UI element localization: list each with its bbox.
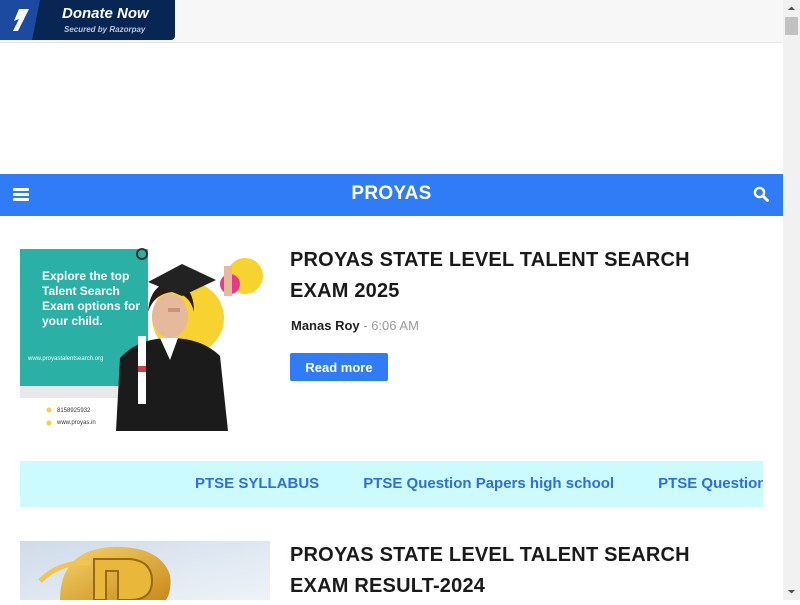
post-title-result-2024[interactable]: PROYAS STATE LEVEL TALENT SEARCH EXAM RE… [290,540,750,600]
thumbnail-site: www.proyas.in [57,420,96,426]
meta-separator: - [359,318,372,333]
donate-now-button[interactable]: Donate Now Secured by Razorpay [0,0,175,40]
ticker-link-question-papers-2[interactable]: PTSE Question Papers [658,475,763,492]
scroll-down-arrow-icon[interactable] [783,583,800,600]
search-icon[interactable] [753,186,771,204]
vertical-scrollbar[interactable] [783,0,800,600]
ticker-track: PTSE SYLLABUS PTSE Question Papers high s… [195,475,763,493]
thumbnail-website: www.proyastalentsearch.org [28,356,104,362]
scrollbar-thumb[interactable] [785,17,798,35]
post-title-proyas-2025[interactable]: PROYAS STATE LEVEL TALENT SEARCH EXAM 20… [290,245,750,307]
razorpay-logo-icon [0,0,40,40]
scroll-up-arrow-icon[interactable] [783,0,800,17]
post-author[interactable]: Manas Roy [291,318,360,333]
post-time: 6:06 AM [371,318,419,333]
ticker-link-syllabus[interactable]: PTSE SYLLABUS [195,475,319,492]
donate-label: Donate Now [62,5,149,22]
link-ticker: PTSE SYLLABUS PTSE Question Papers high s… [20,461,763,507]
read-more-button[interactable]: Read more [290,353,388,381]
page: Donate Now Secured by Razorpay PROYAS Ex… [0,0,783,600]
post-meta: Manas Roy - 6:06 AM [291,318,419,333]
navbar: PROYAS [0,174,783,216]
thumbnail-headline: Explore the top Talent Search Exam optio… [42,269,141,328]
thumbnail-phone: 8158925932 [57,408,91,414]
site-brand[interactable]: PROYAS [0,183,783,205]
donate-sublabel: Secured by Razorpay [64,25,146,34]
top-strip: Donate Now Secured by Razorpay [0,0,783,43]
post-thumbnail-result-2024[interactable] [20,541,270,600]
ticker-link-question-papers[interactable]: PTSE Question Papers high school [363,475,614,492]
post-thumbnail-proyas-2025[interactable]: Explore the top Talent Search Exam optio… [20,246,270,431]
